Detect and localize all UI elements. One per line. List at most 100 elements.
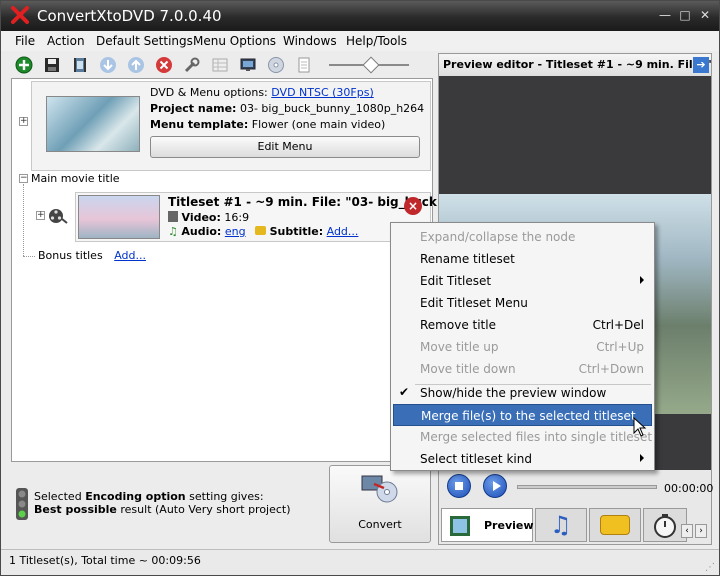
- tabs-scroll-left-button[interactable]: ‹: [681, 524, 693, 538]
- film-icon: [450, 516, 470, 536]
- subtitle-label: Subtitle:: [269, 225, 324, 238]
- status-bar-text: 1 Titleset(s), Total time ~ 00:09:56: [9, 554, 201, 567]
- app-logo-icon: [11, 6, 29, 24]
- mouse-cursor-icon: [633, 417, 647, 437]
- menu-template-value: Flower (one main video): [251, 118, 386, 131]
- close-button[interactable]: ✕: [697, 7, 713, 23]
- bonus-titles-label: Bonus titles: [38, 249, 103, 262]
- remove-icon[interactable]: [155, 56, 173, 74]
- video-letterbox-top: [439, 76, 711, 194]
- status-quality: Best possible: [34, 503, 117, 516]
- toolbar: [9, 53, 433, 77]
- disc-icon[interactable]: [267, 56, 285, 74]
- convert-button[interactable]: Convert: [329, 465, 431, 543]
- menu-item-select-titleset-kind[interactable]: Select titleset kind: [393, 448, 652, 470]
- menu-item-merge-files[interactable]: Merge file(s) to the selected titleset: [393, 404, 652, 426]
- menu-bar: File Action Default Settings Menu Option…: [1, 31, 719, 51]
- menu-item-remove-title[interactable]: Remove title Ctrl+Del: [393, 314, 652, 336]
- menu-item-label: Select titleset kind: [420, 452, 532, 466]
- tools-icon[interactable]: [183, 56, 201, 74]
- save-icon[interactable]: [43, 56, 61, 74]
- resize-grip-icon[interactable]: ⋰: [705, 562, 715, 573]
- menu-item-edit-titleset-menu[interactable]: Edit Titleset Menu: [393, 292, 652, 314]
- preview-nav-arrow-icon[interactable]: ➔: [693, 57, 709, 73]
- checkmark-icon: ✔: [399, 385, 410, 399]
- minimize-button[interactable]: —: [657, 7, 673, 23]
- menu-action[interactable]: Action: [47, 34, 85, 48]
- project-name-row: Project name: 03- big_buck_bunny_1080p_h…: [150, 102, 424, 115]
- menu-help-tools[interactable]: Help/Tools: [346, 34, 407, 48]
- up-arrow-icon[interactable]: [127, 56, 145, 74]
- status-quality-detail: result (Auto Very short project): [116, 503, 291, 516]
- menu-item-label: Move title up: [420, 340, 499, 354]
- tabs-scroll-right-button[interactable]: ›: [695, 524, 707, 538]
- play-button[interactable]: [483, 474, 507, 498]
- audio-icon: ♫: [168, 225, 178, 238]
- video-row: Video: 16:9: [168, 211, 249, 224]
- audio-language-link[interactable]: eng: [225, 225, 246, 238]
- menu-item-move-title-down[interactable]: Move title down Ctrl+Down: [393, 358, 652, 380]
- tab-audio[interactable]: ♫: [535, 508, 587, 542]
- menu-item-shortcut: Ctrl+Down: [578, 362, 644, 376]
- subtitle-add-link[interactable]: Add...: [327, 225, 359, 238]
- menu-options-row: DVD & Menu options: DVD NTSC (30Fps): [150, 86, 374, 99]
- monitor-icon[interactable]: [239, 56, 257, 74]
- convert-label: Convert: [358, 518, 402, 531]
- add-icon[interactable]: [15, 56, 33, 74]
- edit-menu-button[interactable]: Edit Menu: [150, 136, 420, 158]
- menu-item-label: Remove title: [420, 318, 496, 332]
- traffic-light-icon: [16, 488, 28, 520]
- main-movie-title-label[interactable]: Main movie title: [31, 172, 120, 185]
- bonus-titles-row: Bonus titles Add...: [38, 249, 146, 262]
- tab-preview-label: Preview: [484, 519, 534, 532]
- menu-menu-options[interactable]: Menu Options: [193, 34, 276, 48]
- tree-connector: [23, 184, 24, 256]
- film-reel-icon: [49, 209, 68, 224]
- menu-windows[interactable]: Windows: [283, 34, 337, 48]
- tab-subtitles[interactable]: [589, 508, 641, 542]
- menu-node-expander[interactable]: +: [19, 117, 28, 126]
- title-bar[interactable]: ConvertXtoDVD 7.0.0.40 — □ ✕: [1, 1, 719, 31]
- document-icon[interactable]: [295, 56, 313, 74]
- film-icon[interactable]: [71, 56, 89, 74]
- tab-preview[interactable]: Preview: [441, 508, 534, 542]
- titleset-context-menu: Expand/collapse the node Rename titleset…: [390, 222, 655, 471]
- titleset-thumbnail: [78, 195, 160, 239]
- seek-bar[interactable]: [517, 485, 657, 489]
- menu-item-edit-titleset[interactable]: Edit Titleset: [393, 270, 652, 292]
- menu-default-settings[interactable]: Default Settings: [96, 34, 193, 48]
- zoom-slider-thumb[interactable]: [362, 56, 380, 74]
- menu-item-expand-collapse[interactable]: Expand/collapse the node: [393, 226, 652, 248]
- menu-item-show-hide-preview[interactable]: ✔ Show/hide the preview window: [393, 382, 652, 404]
- menu-item-label: Edit Titleset: [420, 274, 492, 288]
- convert-icon: [361, 475, 398, 503]
- menu-template-row: Menu template: Flower (one main video): [150, 118, 385, 131]
- play-icon: [493, 481, 501, 491]
- main-title-expander[interactable]: −: [19, 174, 28, 183]
- menu-item-rename-titleset[interactable]: Rename titleset: [393, 248, 652, 270]
- dvd-menu-node[interactable]: DVD & Menu options: DVD NTSC (30Fps) Pro…: [31, 81, 431, 171]
- stop-button[interactable]: [447, 474, 471, 498]
- grid-icon[interactable]: [211, 56, 229, 74]
- menu-file[interactable]: File: [15, 34, 35, 48]
- preview-header: Preview editor - Titleset #1 - ~9 min. F…: [439, 54, 711, 76]
- audio-row: ♫ Audio: eng Subtitle: Add...: [168, 225, 358, 238]
- menu-item-label: Merge file(s) to the selected titleset: [421, 409, 636, 423]
- encoding-status-line-1: Selected Encoding option setting gives:: [34, 490, 264, 503]
- remove-titleset-icon[interactable]: ×: [404, 197, 422, 215]
- menu-item-merge-single-titleset[interactable]: Merge selected files into single titlese…: [393, 426, 652, 448]
- titleset-expander[interactable]: +: [36, 211, 45, 220]
- project-name-label: Project name:: [150, 102, 237, 115]
- maximize-button[interactable]: □: [677, 7, 693, 23]
- dvd-format-link[interactable]: DVD NTSC (30Fps): [271, 86, 374, 99]
- preview-title: Preview editor - Titleset #1 - ~9 min. F…: [443, 58, 711, 71]
- menu-template-label: Menu template:: [150, 118, 249, 131]
- status-prefix: Selected: [34, 490, 86, 503]
- bonus-add-link[interactable]: Add...: [114, 249, 146, 262]
- down-arrow-icon[interactable]: [99, 56, 117, 74]
- tree-connector: [23, 256, 35, 257]
- menu-item-shortcut: Ctrl+Del: [592, 318, 644, 332]
- menu-item-move-title-up[interactable]: Move title up Ctrl+Up: [393, 336, 652, 358]
- titleset-node[interactable]: Titleset #1 - ~9 min. File: "03- big_buc…: [75, 192, 451, 242]
- menu-options-label: DVD & Menu options:: [150, 86, 268, 99]
